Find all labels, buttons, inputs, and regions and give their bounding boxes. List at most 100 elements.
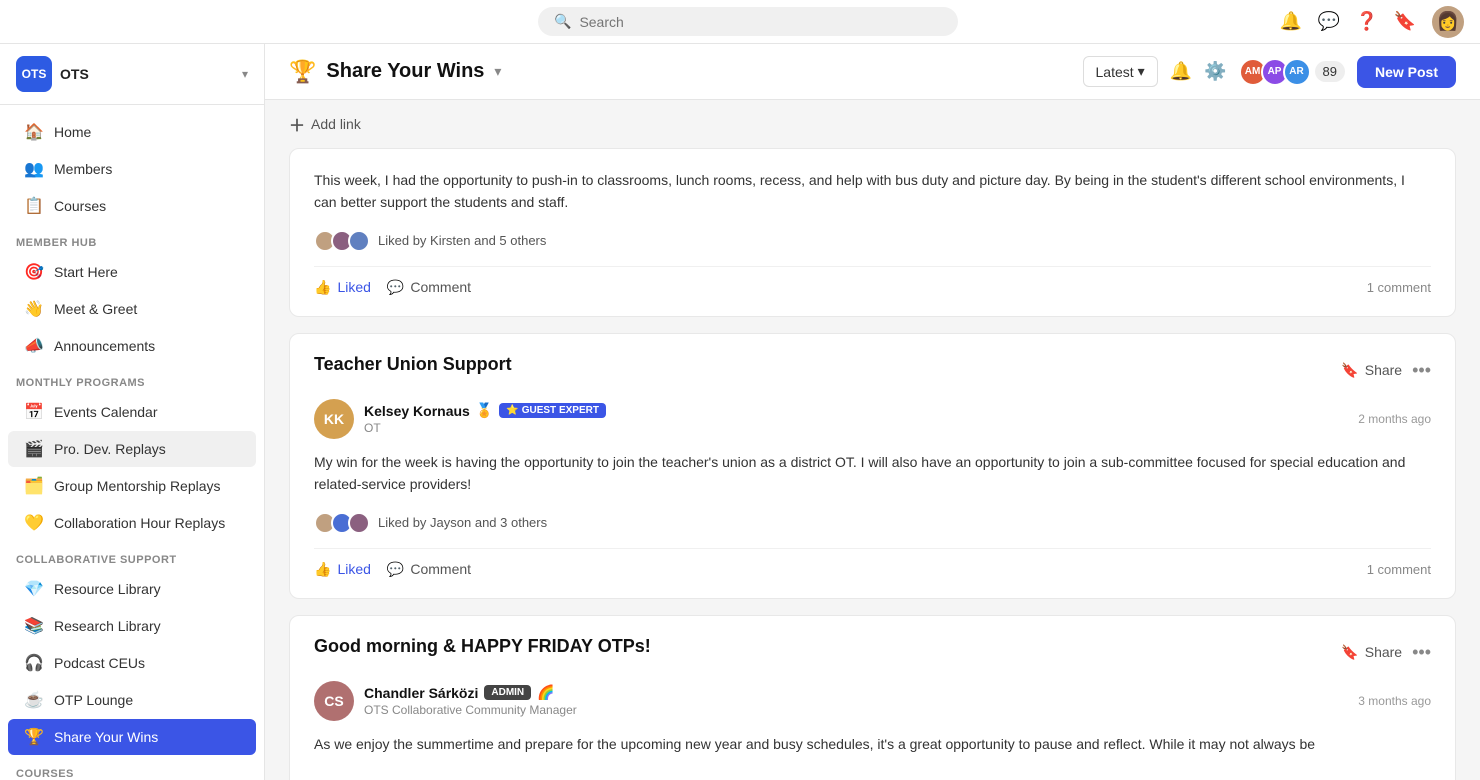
liked-label-teacher-union: Liked bbox=[337, 561, 370, 577]
meet-greet-icon: 👋 bbox=[24, 299, 44, 319]
bookmark-post-icon[interactable]: 🔖 bbox=[1341, 362, 1358, 379]
share-label-teacher-union[interactable]: Share bbox=[1365, 362, 1402, 378]
chat-icon[interactable]: 💬 bbox=[1318, 11, 1340, 33]
notification-bell-icon[interactable]: 🔔 bbox=[1280, 11, 1302, 33]
sidebar-item-pro-dev-label: Pro. Dev. Replays bbox=[54, 441, 166, 457]
sidebar-item-pro-dev-replays[interactable]: 🎬 Pro. Dev. Replays bbox=[8, 431, 256, 467]
settings-gear-icon[interactable]: ⚙️ bbox=[1204, 61, 1226, 82]
search-icon: 🔍 bbox=[554, 13, 571, 30]
sidebar-item-members[interactable]: 👥 Members bbox=[8, 151, 256, 187]
members-icon: 👥 bbox=[24, 159, 44, 179]
sidebar-item-group-mentorship-label: Group Mentorship Replays bbox=[54, 478, 221, 494]
section-collab-support: Collaborative Support bbox=[0, 542, 264, 570]
liked-button-teacher-union[interactable]: 👍 Liked bbox=[314, 561, 371, 578]
add-link-bar[interactable]: ＋ Add link bbox=[289, 100, 1456, 148]
post-body-partial: This week, I had the opportunity to push… bbox=[314, 169, 1431, 214]
member-count-badge: 89 bbox=[1315, 61, 1345, 82]
sidebar-item-collab-hour[interactable]: 💛 Collaboration Hour Replays bbox=[8, 505, 256, 541]
guest-expert-badge: ⭐ GUEST EXPERT bbox=[499, 403, 606, 418]
help-icon[interactable]: ❓ bbox=[1356, 11, 1378, 33]
group-mentorship-icon: 🗂️ bbox=[24, 476, 44, 496]
author-avatar-teacher-union: KK bbox=[314, 399, 354, 439]
plus-icon: ＋ bbox=[289, 112, 305, 136]
bookmark-icon[interactable]: 🔖 bbox=[1394, 11, 1416, 33]
sidebar-item-start-here[interactable]: 🎯 Start Here bbox=[8, 254, 256, 290]
sidebar-item-courses[interactable]: 📋 Courses bbox=[8, 188, 256, 224]
author-sub-teacher-union: OT bbox=[364, 421, 606, 435]
pro-dev-icon: 🎬 bbox=[24, 439, 44, 459]
top-bar: 🔍 🔔 💬 ❓ 🔖 👩 bbox=[0, 0, 1480, 44]
sidebar-item-resource-label: Resource Library bbox=[54, 581, 161, 597]
share-wins-icon: 🏆 bbox=[24, 727, 44, 747]
like-avatars-partial bbox=[314, 230, 370, 252]
more-options-icon-teacher-union[interactable]: ••• bbox=[1412, 360, 1431, 381]
post-body-teacher-union: My win for the week is having the opport… bbox=[314, 451, 1431, 496]
star-icon: ⭐ bbox=[506, 405, 518, 416]
comment-label-teacher-union: Comment bbox=[410, 561, 471, 577]
sidebar-brand-label: OTS bbox=[60, 66, 89, 82]
sidebar-item-home[interactable]: 🏠 Home bbox=[8, 114, 256, 150]
liked-button-partial[interactable]: 👍 Liked bbox=[314, 279, 371, 296]
sidebar-item-podcast-ceus[interactable]: 🎧 Podcast CEUs bbox=[8, 645, 256, 681]
comment-button-teacher-union[interactable]: 💬 Comment bbox=[387, 561, 471, 578]
comment-icon-teacher-union: 💬 bbox=[387, 561, 404, 578]
author-name-row-teacher-union: Kelsey Kornaus 🏅 ⭐ GUEST EXPERT bbox=[364, 402, 606, 419]
sidebar-logo: OTS bbox=[16, 56, 52, 92]
sidebar-item-announcements-label: Announcements bbox=[54, 338, 155, 354]
sidebar-item-group-mentorship[interactable]: 🗂️ Group Mentorship Replays bbox=[8, 468, 256, 504]
comment-label-partial: Comment bbox=[410, 279, 471, 295]
sidebar: OTS OTS ▾ 🏠 Home 👥 Members 📋 Courses Mem… bbox=[0, 44, 265, 780]
add-link-label: Add link bbox=[311, 116, 361, 132]
more-options-icon-happy-friday[interactable]: ••• bbox=[1412, 642, 1431, 663]
sidebar-item-meet-greet-label: Meet & Greet bbox=[54, 301, 137, 317]
sub-header-left: 🏆 Share Your Wins ▾ bbox=[289, 59, 501, 85]
post-meta-partial: Liked by Kirsten and 5 others bbox=[314, 230, 1431, 252]
search-input[interactable] bbox=[579, 14, 942, 30]
sidebar-item-research-label: Research Library bbox=[54, 618, 161, 634]
author-avatar-happy-friday: CS bbox=[314, 681, 354, 721]
post-card-partial: This week, I had the opportunity to push… bbox=[289, 148, 1456, 317]
post-top-row-happy-friday: Good morning & HAPPY FRIDAY OTPs! 🔖 Shar… bbox=[314, 636, 1431, 669]
sort-label: Latest bbox=[1096, 64, 1134, 80]
sidebar-item-research-library[interactable]: 📚 Research Library bbox=[8, 608, 256, 644]
liked-text-teacher-union: Liked by Jayson and 3 others bbox=[378, 515, 547, 530]
sub-header: 🏆 Share Your Wins ▾ Latest ▾ 🔔 ⚙️ AM AP … bbox=[265, 44, 1480, 100]
author-sub-happy-friday: OTS Collaborative Community Manager bbox=[364, 703, 577, 717]
sidebar-item-share-your-wins[interactable]: 🏆 Share Your Wins bbox=[8, 719, 256, 755]
comment-button-partial[interactable]: 💬 Comment bbox=[387, 279, 471, 296]
title-dropdown-icon[interactable]: ▾ bbox=[494, 63, 501, 80]
top-bar-icons: 🔔 💬 ❓ 🔖 👩 bbox=[1280, 6, 1464, 38]
sort-button[interactable]: Latest ▾ bbox=[1083, 56, 1158, 87]
sub-header-right: Latest ▾ 🔔 ⚙️ AM AP AR 89 New Post bbox=[1083, 56, 1457, 88]
user-avatar[interactable]: 👩 bbox=[1432, 6, 1464, 38]
sidebar-item-meet-greet[interactable]: 👋 Meet & Greet bbox=[8, 291, 256, 327]
sidebar-nav-main: 🏠 Home 👥 Members 📋 Courses Member Hub 🎯 … bbox=[0, 105, 264, 780]
post-actions-left-teacher-union: 👍 Liked 💬 Comment bbox=[314, 561, 471, 578]
sidebar-item-courses-label: Courses bbox=[54, 198, 106, 214]
post-actions-left-partial: 👍 Liked 💬 Comment bbox=[314, 279, 471, 296]
author-name-teacher-union: Kelsey Kornaus bbox=[364, 403, 470, 419]
feed-area: ＋ Add link This week, I had the opportun… bbox=[265, 100, 1480, 780]
resource-library-icon: 💎 bbox=[24, 579, 44, 599]
page-title: Share Your Wins bbox=[326, 60, 484, 83]
notification-bell-sub-icon[interactable]: 🔔 bbox=[1170, 61, 1192, 82]
like-avatars-teacher-union bbox=[314, 512, 370, 534]
post-actions-teacher-union: 👍 Liked 💬 Comment 1 comment bbox=[314, 548, 1431, 578]
bookmark-post-happy-friday-icon[interactable]: 🔖 bbox=[1341, 644, 1358, 661]
section-monthly-programs: Monthly Programs bbox=[0, 365, 264, 393]
sidebar-item-resource-library[interactable]: 💎 Resource Library bbox=[8, 571, 256, 607]
search-bar[interactable]: 🔍 bbox=[538, 7, 958, 36]
sidebar-item-events-calendar[interactable]: 📅 Events Calendar bbox=[8, 394, 256, 430]
author-emoji-teacher-union: 🏅 bbox=[476, 402, 493, 419]
sidebar-item-otp-lounge[interactable]: ☕ OTP Lounge bbox=[8, 682, 256, 718]
sidebar-chevron-icon[interactable]: ▾ bbox=[242, 67, 248, 81]
sidebar-header[interactable]: OTS OTS ▾ bbox=[0, 44, 264, 105]
comment-count-teacher-union: 1 comment bbox=[1367, 562, 1431, 577]
events-calendar-icon: 📅 bbox=[24, 402, 44, 422]
podcast-icon: 🎧 bbox=[24, 653, 44, 673]
new-post-button[interactable]: New Post bbox=[1357, 56, 1456, 88]
sidebar-item-announcements[interactable]: 📣 Announcements bbox=[8, 328, 256, 364]
post-meta-teacher-union: Liked by Jayson and 3 others bbox=[314, 512, 1431, 534]
share-label-happy-friday[interactable]: Share bbox=[1365, 644, 1402, 660]
author-name-row-happy-friday: Chandler Sárközi ADMIN 🌈 bbox=[364, 684, 577, 701]
